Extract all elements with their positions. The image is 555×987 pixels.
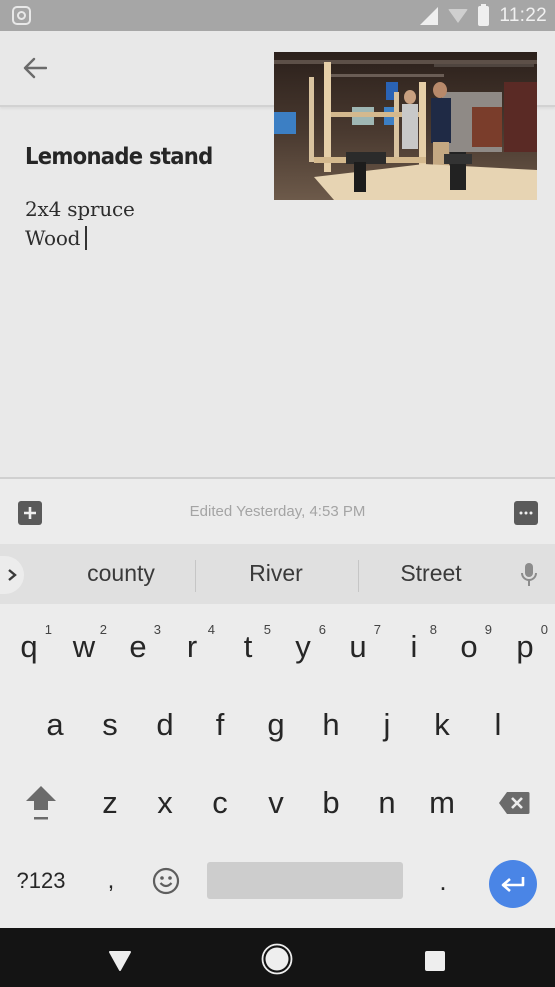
key-c[interactable]: c [195, 768, 245, 838]
key-hint: 2 [99, 622, 107, 637]
suggestion-divider [358, 560, 359, 592]
suggestion-item[interactable]: county [60, 560, 182, 587]
key-n[interactable]: n [362, 768, 412, 838]
suggestion-item[interactable]: River [215, 560, 337, 587]
key-label: o [460, 629, 478, 664]
key-y[interactable]: y6 [278, 612, 328, 682]
key-e[interactable]: e3 [113, 612, 163, 682]
key-p[interactable]: p0 [500, 612, 550, 682]
keyboard: q1 w2 e3 r4 t5 y6 u7 i8 o9 p0 a s d f g … [0, 604, 555, 928]
nav-home-button[interactable] [261, 943, 293, 980]
key-label: i [410, 629, 418, 664]
more-horiz-icon [519, 511, 533, 515]
key-label: p [516, 629, 534, 664]
key-label: r [186, 629, 198, 664]
voice-input-button[interactable] [520, 562, 538, 593]
key-w[interactable]: w2 [59, 612, 109, 682]
note-line: Wood [25, 226, 81, 250]
nav-home-circle-icon [261, 943, 293, 975]
key-b[interactable]: b [306, 768, 356, 838]
space-key[interactable] [207, 862, 403, 899]
backspace-key[interactable] [489, 768, 539, 838]
key-o[interactable]: o9 [444, 612, 494, 682]
key-hint: 6 [318, 622, 326, 637]
suggestion-divider [195, 560, 196, 592]
status-icons: 11:22 [420, 0, 547, 31]
key-hint: 1 [44, 622, 52, 637]
note-image[interactable] [274, 52, 537, 200]
suggestion-item[interactable]: Street [370, 560, 492, 587]
workshop-photo [274, 52, 537, 200]
key-j[interactable]: j [362, 690, 412, 760]
key-hint: 0 [540, 622, 548, 637]
emoji-icon [152, 867, 180, 895]
note-line-active: Wood [25, 224, 135, 253]
note-line: 2x4 spruce [25, 197, 135, 221]
nav-recents-square-icon [425, 951, 445, 971]
screen: 11:22 Lemonade stand 2x4 spruce Wood Edi… [0, 0, 555, 987]
key-label: t [243, 629, 253, 664]
edited-timestamp: Edited Yesterday, 4:53 PM [189, 503, 366, 520]
key-k[interactable]: k [417, 690, 467, 760]
key-z[interactable]: z [85, 768, 135, 838]
key-hint: 3 [153, 622, 161, 637]
key-label: e [129, 629, 147, 664]
microphone-icon [521, 563, 537, 586]
key-s[interactable]: s [85, 690, 135, 760]
key-label: y [295, 629, 311, 664]
back-button[interactable] [18, 51, 52, 85]
shift-key[interactable] [16, 768, 66, 838]
nav-recents-button[interactable] [424, 950, 446, 977]
key-g[interactable]: g [251, 690, 301, 760]
more-button[interactable] [514, 501, 538, 525]
key-t[interactable]: t5 [223, 612, 273, 682]
nav-back-button[interactable] [108, 950, 132, 977]
key-h[interactable]: h [306, 690, 356, 760]
key-u[interactable]: u7 [333, 612, 383, 682]
wifi-icon [448, 8, 469, 23]
key-hint: 8 [429, 622, 437, 637]
system-nav-bar [0, 928, 555, 987]
symbols-key[interactable]: ?123 [10, 846, 72, 916]
shift-icon [26, 786, 56, 820]
text-cursor [85, 226, 88, 250]
key-hint: 5 [263, 622, 271, 637]
key-l[interactable]: l [473, 690, 523, 760]
key-x[interactable]: x [140, 768, 190, 838]
suggestion-strip: county River Street [0, 544, 555, 604]
key-hint: 4 [207, 622, 215, 637]
key-m[interactable]: m [417, 768, 467, 838]
key-label: u [349, 629, 367, 664]
expand-suggestions-button[interactable] [0, 556, 24, 594]
key-i[interactable]: i8 [389, 612, 439, 682]
emoji-key[interactable] [141, 846, 191, 916]
comma-key[interactable]: , [86, 846, 136, 916]
key-a[interactable]: a [30, 690, 80, 760]
note-title[interactable]: Lemonade stand [25, 144, 213, 170]
signal-icon [420, 6, 439, 25]
key-f[interactable]: f [195, 690, 245, 760]
enter-icon [501, 877, 525, 892]
key-d[interactable]: d [140, 690, 190, 760]
clock: 11:22 [499, 4, 547, 26]
enter-key[interactable] [489, 860, 537, 908]
note-body[interactable]: 2x4 spruce Wood [25, 195, 135, 253]
backspace-icon [499, 792, 530, 814]
key-hint: 9 [484, 622, 492, 637]
key-q[interactable]: q1 [4, 612, 54, 682]
battery-icon [478, 3, 490, 26]
period-key[interactable]: . [418, 846, 468, 916]
note-bottom-bar: Edited Yesterday, 4:53 PM [0, 479, 555, 544]
status-bar: 11:22 [0, 0, 555, 31]
key-r[interactable]: r4 [167, 612, 217, 682]
key-label: q [20, 629, 38, 664]
arrow-left-icon [23, 57, 47, 79]
key-v[interactable]: v [251, 768, 301, 838]
key-hint: 7 [373, 622, 381, 637]
instagram-icon [12, 6, 31, 25]
key-label: w [72, 629, 96, 664]
chevron-right-icon [8, 569, 17, 581]
nav-back-triangle-icon [109, 951, 131, 971]
